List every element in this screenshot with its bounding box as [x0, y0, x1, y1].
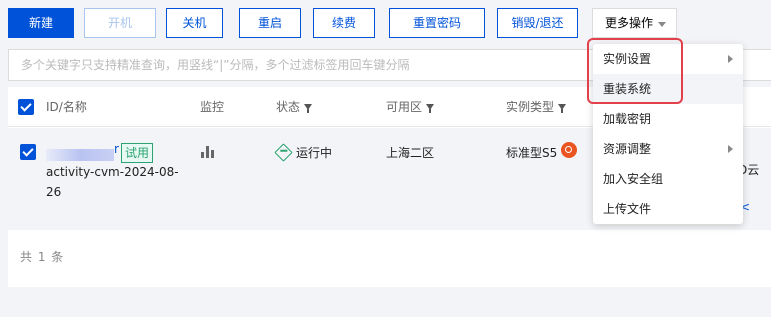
total-count: 共 1 条 [20, 250, 65, 264]
instance-type-text: 标准型S5 [506, 146, 558, 160]
zone-text: 上海二区 [386, 146, 435, 160]
chevron-right-icon [728, 55, 733, 63]
new-button[interactable]: 新建 [8, 8, 74, 38]
restart-button[interactable]: 重启 [239, 8, 301, 38]
instance-name: activity-cvm-2024-08-26 [46, 165, 179, 199]
menu-item-label: 加入安全组 [603, 172, 664, 186]
more-actions-label: 更多操作 [605, 16, 654, 30]
column-instance-type-label: 实例类型 [506, 100, 555, 114]
column-status[interactable]: 状态 [276, 87, 313, 127]
column-status-label: 状态 [276, 100, 301, 114]
reset-password-button[interactable]: 重置密码 [389, 8, 485, 38]
trial-badge: 试用 [121, 143, 154, 163]
menu-item-label: 加载密钥 [603, 112, 652, 126]
column-id-name: ID/名称 [46, 100, 87, 114]
select-all-checkbox[interactable] [18, 99, 34, 115]
monitor-chart-icon[interactable] [201, 144, 215, 158]
start-button[interactable]: 开机 [84, 8, 156, 38]
status-text: 运行中 [296, 146, 333, 160]
toolbar: 新建 开机 关机 重启 续费 重置密码 销毁/退还 更多操作 [0, 0, 771, 40]
filter-icon[interactable] [304, 104, 313, 113]
destroy-button[interactable]: 销毁/退还 [497, 8, 578, 38]
menu-item-load-key[interactable]: 加载密钥 [593, 104, 743, 134]
menu-item-label: 资源调整 [603, 142, 652, 156]
menu-item-join-security-group[interactable]: 加入安全组 [593, 164, 743, 194]
shutdown-button[interactable]: 关机 [166, 8, 223, 38]
instance-id-link[interactable]: r [114, 142, 119, 156]
renew-button[interactable]: 续费 [313, 8, 375, 38]
chevron-right-icon [728, 145, 733, 153]
chevron-down-icon [658, 22, 666, 27]
column-zone-label: 可用区 [386, 100, 423, 114]
menu-item-upload-file[interactable]: 上传文件 [593, 194, 743, 224]
highlight-annotation [587, 38, 683, 104]
menu-item-resource-adjust[interactable]: 资源调整 [593, 134, 743, 164]
row-checkbox[interactable] [20, 144, 36, 160]
instance-id-redacted [46, 149, 114, 161]
filter-icon[interactable] [426, 104, 435, 113]
filter-icon[interactable] [558, 104, 567, 113]
menu-item-label: 上传文件 [603, 202, 652, 216]
more-actions-dropdown[interactable]: 更多操作 [592, 8, 677, 38]
column-zone[interactable]: 可用区 [386, 87, 435, 127]
ubuntu-icon [561, 142, 577, 158]
running-status-icon [274, 143, 293, 162]
column-instance-type[interactable]: 实例类型 [506, 87, 567, 127]
column-monitor: 监控 [200, 100, 225, 114]
